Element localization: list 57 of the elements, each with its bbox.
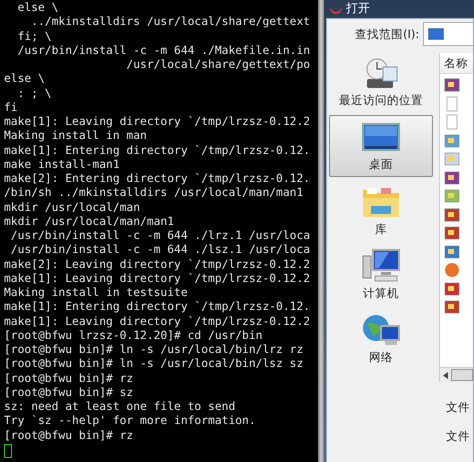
terminal-line: /usr/bin/install -c -m 644 ./lsz.1 /usr/loca bbox=[10, 243, 312, 258]
field-label: 文件 bbox=[446, 400, 470, 415]
text-cursor bbox=[4, 444, 12, 458]
window-title: 打开 bbox=[346, 0, 370, 17]
file-icon[interactable] bbox=[444, 262, 460, 278]
scrollbar[interactable] bbox=[318, 0, 324, 462]
terminal-line: Try `sz --help' for more information. bbox=[4, 414, 257, 428]
terminal-line: /usr/bin/install -c -m 644 ./lrz.1 /usr/loca bbox=[10, 229, 312, 244]
terminal-line: [root@bfwu bin]# sz bbox=[4, 386, 134, 400]
terminal-line: [root@bfwu bin]# ln -s /usr/local/bin/lsz sz bbox=[4, 357, 304, 372]
file-icon[interactable] bbox=[444, 77, 460, 93]
terminal-line: : ; \ bbox=[16, 86, 53, 101]
horizontal-scrollbar[interactable] bbox=[440, 367, 473, 382]
terminal-line: make[2]: Entering directory `/tmp/lrzsz-0.12. bbox=[4, 172, 312, 186]
places-item[interactable]: 桌面 bbox=[329, 115, 433, 177]
terminal-line: mkdir /usr/local/man/man1 bbox=[4, 214, 176, 229]
places-item[interactable]: 网络 bbox=[329, 307, 433, 369]
left-arrow-icon[interactable] bbox=[443, 372, 448, 378]
look-in-dropdown[interactable] bbox=[423, 22, 473, 46]
places-item[interactable]: 计算机 bbox=[329, 243, 433, 305]
terminal-line: else \ bbox=[4, 72, 46, 86]
terminal-line: make[1]: Leaving directory `/tmp/lrzsz-0.12.2 bbox=[4, 272, 312, 286]
terminal-line: make[1]: Entering directory `/tmp/lrzsz-0.12. bbox=[4, 144, 312, 158]
file-icon[interactable] bbox=[444, 188, 460, 204]
terminal-line: sz: need at least one file to send bbox=[4, 400, 236, 414]
terminal-line: [root@bfwu bin]# ln -s /usr/local/bin/lrz rz bbox=[4, 343, 304, 358]
terminal-line: make[2]: Leaving directory `/tmp/lrzsz-0.12.2 bbox=[4, 258, 312, 272]
file-icon[interactable] bbox=[444, 206, 460, 222]
terminal-line: /usr/bin/install -c -m 644 ./Makefile.in.in bbox=[16, 44, 312, 58]
terminal-line: Making install in man bbox=[4, 129, 148, 144]
file-icon[interactable] bbox=[444, 170, 460, 186]
terminal-line: fi bbox=[4, 100, 19, 115]
file-icon[interactable] bbox=[444, 244, 460, 260]
terminal-line: make[1]: Leaving directory `/tmp/lrzsz-0.12.2 bbox=[4, 115, 312, 130]
look-in-label: 查找范围(I): bbox=[355, 26, 420, 42]
terminal-line: else \ bbox=[16, 1, 60, 16]
terminal-line: mkdir /usr/local/man bbox=[4, 200, 142, 215]
terminal-line: [root@bfwu lrzsz-0.12.20]# cd /usr/bin bbox=[4, 328, 264, 343]
terminal-line: /bin/sh ../mkinstalldirs /usr/local/man/man1 bbox=[4, 186, 304, 200]
desktop-icon bbox=[428, 28, 444, 40]
terminal-line: fi; \ bbox=[16, 30, 53, 44]
file-icon[interactable] bbox=[444, 225, 460, 241]
file-icon[interactable] bbox=[444, 280, 460, 296]
terminal-line: ../mkinstalldirs /usr/local/share/gettext bbox=[30, 15, 312, 30]
places-item[interactable]: 最近访问的位置 bbox=[329, 51, 433, 113]
places-item[interactable]: 库 bbox=[329, 179, 433, 241]
terminal-line: [root@bfwu bin]# rz bbox=[4, 428, 134, 443]
terminal-line: [root@bfwu bin]# rz bbox=[4, 372, 134, 386]
field-label: 文件 bbox=[446, 429, 470, 444]
computer-icon bbox=[361, 248, 401, 284]
terminal-line: /usr/local/share/gettext/po bbox=[125, 58, 312, 72]
terminal-line: make install-man1 bbox=[4, 158, 121, 172]
file-icon[interactable] bbox=[444, 132, 460, 148]
file-icon[interactable] bbox=[444, 299, 460, 315]
terminal-line: make[1]: Leaving directory `/tmp/lrzsz-0.12.2 bbox=[4, 314, 312, 329]
terminal-line: make[1]: Entering directory `/tmp/lrzsz-0.12. bbox=[4, 300, 312, 314]
terminal-line: Making install in testsuite bbox=[4, 286, 189, 300]
